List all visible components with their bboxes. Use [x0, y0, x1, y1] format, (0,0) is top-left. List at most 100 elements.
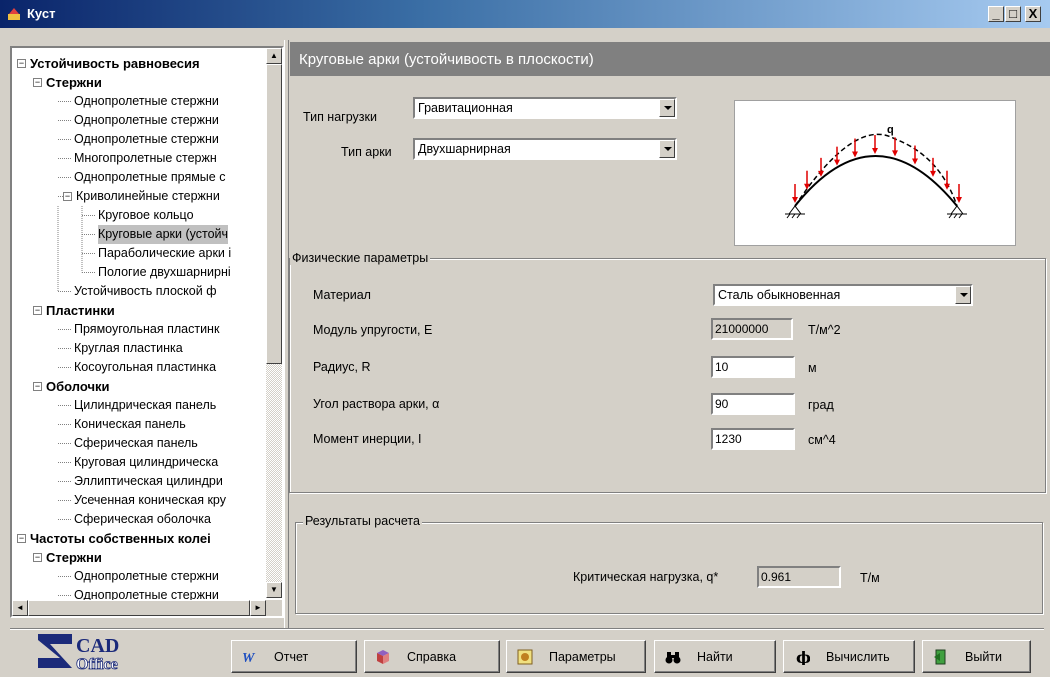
tree-item-label: Однопролетные стержни — [74, 569, 219, 583]
collapse-icon[interactable]: − — [63, 192, 72, 201]
tree-item[interactable]: − Частоты собственных колеі — [12, 529, 268, 548]
tree-item-label: Оболочки — [46, 379, 110, 394]
panel-header: Круговые арки (устойчивость в плоскости) — [290, 42, 1050, 76]
tree-item[interactable]: Круговая цилиндрическа — [12, 453, 268, 472]
scroll-up-button[interactable]: ▲ — [266, 48, 282, 64]
tree-item[interactable]: Параболические арки і — [12, 244, 268, 263]
tree-view[interactable]: − Устойчивость равновесия − Стержни Однопрол… — [10, 46, 284, 618]
tree-item[interactable]: Однопролетные стержни — [12, 92, 268, 111]
tree-item-label: Сферическая оболочка — [74, 512, 211, 526]
tree-item-label: Косоугольная пластинка — [74, 360, 217, 374]
tree-item[interactable]: Круговые арки (устойч — [12, 225, 268, 244]
logo-text-top: CAD — [76, 635, 119, 657]
arch-type-select[interactable]: Двухшарнирная — [413, 138, 677, 160]
collapse-icon[interactable]: − — [17, 59, 26, 68]
help-button[interactable]: Справка — [364, 640, 500, 673]
close-button[interactable]: X — [1025, 6, 1041, 22]
radius-input[interactable]: 10 — [711, 356, 795, 378]
calculate-button[interactable]: ϕ Вычислить — [783, 640, 915, 673]
tree-item[interactable]: − Оболочки — [12, 377, 268, 396]
tree-item[interactable]: Сферическая панель — [12, 434, 268, 453]
collapse-icon[interactable]: − — [17, 534, 26, 543]
tree-item[interactable]: Однопролетные прямые с — [12, 168, 268, 187]
tree-vertical-scrollbar[interactable]: ▲ ▼ — [266, 48, 282, 598]
load-arrow-head — [930, 170, 936, 177]
tree-item[interactable]: Цилиндрическая панель — [12, 396, 268, 415]
tree-item[interactable]: − Пластинки — [12, 301, 268, 320]
collapse-icon[interactable]: − — [33, 553, 42, 562]
tree-item-label: Пологие двухшарнирні — [98, 265, 231, 279]
radius-unit: м — [808, 361, 817, 375]
load-type-label: Тип нагрузки — [303, 110, 377, 124]
collapse-icon[interactable]: − — [33, 382, 42, 391]
report-button[interactable]: W Отчет — [231, 640, 357, 673]
tree-item[interactable]: Круговое кольцо — [12, 206, 268, 225]
chevron-down-icon[interactable] — [659, 99, 675, 117]
scroll-left-button[interactable]: ◄ — [12, 600, 28, 616]
word-icon: W — [242, 651, 256, 665]
tree-item[interactable]: Однопролетные стержни — [12, 567, 268, 586]
tree-item-label: Частоты собственных колеі — [30, 531, 211, 546]
tree-horizontal-scrollbar[interactable]: ◄ ► — [12, 600, 268, 616]
angle-input[interactable]: 90 — [711, 393, 795, 415]
collapse-icon[interactable]: − — [33, 78, 42, 87]
physical-params-title: Физические параметры — [290, 251, 431, 265]
tree-item[interactable]: Эллиптическая цилиндри — [12, 472, 268, 491]
load-arrow-head — [892, 150, 898, 157]
tree-item-label: Параболические арки і — [98, 246, 232, 260]
tree-item-label: Эллиптическая цилиндри — [74, 474, 223, 488]
tree-item[interactable]: Однопролетные стержни — [12, 130, 268, 149]
tree-item[interactable]: Устойчивость плоской ф — [12, 282, 268, 301]
tree-item[interactable]: Усеченная коническая кру — [12, 491, 268, 510]
modulus-unit: Т/м^2 — [808, 323, 841, 337]
results-group — [295, 522, 1043, 614]
tree-item-label: Криволинейные стержни — [76, 189, 220, 203]
load-arrow-head — [834, 159, 840, 166]
tree-item[interactable]: Многопролетные стержн — [12, 149, 268, 168]
load-type-select[interactable]: Гравитационная — [413, 97, 677, 119]
tree-item-label: Пластинки — [46, 303, 115, 318]
tree-item[interactable]: Коническая панель — [12, 415, 268, 434]
inertia-input[interactable]: 1230 — [711, 428, 795, 450]
find-button[interactable]: Найти — [654, 640, 776, 673]
tree-item[interactable]: Однопролетные стержни — [12, 111, 268, 130]
parameters-button[interactable]: Параметры — [506, 640, 646, 673]
tree-item-label: Прямоугольная пластинк — [74, 322, 220, 336]
collapse-icon[interactable]: − — [33, 306, 42, 315]
load-arrow-head — [852, 151, 858, 158]
tree-item[interactable]: Прямоугольная пластинк — [12, 320, 268, 339]
svg-text:ϕ: ϕ — [796, 649, 810, 665]
material-select[interactable]: Сталь обыкновенная — [713, 284, 973, 306]
scroll-thumb-horizontal[interactable] — [28, 600, 250, 616]
scroll-right-button[interactable]: ► — [250, 600, 266, 616]
exit-button[interactable]: Выйти — [922, 640, 1031, 673]
tree-item-label: Устойчивость равновесия — [30, 56, 200, 71]
tree-item[interactable]: Круглая пластинка — [12, 339, 268, 358]
chevron-down-icon[interactable] — [955, 286, 971, 304]
help-button-label: Справка — [407, 650, 457, 664]
modulus-field: 21000000 — [711, 318, 793, 340]
tree-item-label: Круговая цилиндрическа — [74, 455, 219, 469]
app-icon — [8, 8, 20, 20]
find-button-label: Найти — [697, 650, 733, 664]
tree-item-label: Однопролетные стержни — [74, 113, 219, 127]
arch-diagram-svg: q — [785, 124, 967, 219]
minimize-button[interactable]: _ — [988, 6, 1004, 22]
tree-item[interactable]: − Стержни — [12, 548, 268, 567]
inertia-label: Момент инерции, I — [313, 432, 422, 446]
tree-item[interactable]: Косоугольная пластинка — [12, 358, 268, 377]
scrollbar-corner — [266, 600, 282, 616]
tree-item[interactable]: − Устойчивость равновесия — [12, 54, 268, 73]
tree-item[interactable]: Пологие двухшарнирні — [12, 263, 268, 282]
modulus-label: Модуль упругости, E — [313, 323, 433, 337]
maximize-button[interactable]: □ — [1005, 6, 1021, 22]
tree-item[interactable]: − Стержни — [12, 73, 268, 92]
tree-item[interactable]: − Криволинейные стержни — [12, 187, 268, 206]
chevron-down-icon[interactable] — [659, 140, 675, 158]
scroll-down-button[interactable]: ▼ — [266, 582, 282, 598]
tree-item-label: Усеченная коническая кру — [74, 493, 226, 507]
scroll-thumb[interactable] — [266, 64, 282, 364]
tree-item[interactable]: Сферическая оболочка — [12, 510, 268, 529]
inertia-unit: см^4 — [808, 433, 836, 447]
integral-icon: ϕ — [796, 649, 810, 665]
